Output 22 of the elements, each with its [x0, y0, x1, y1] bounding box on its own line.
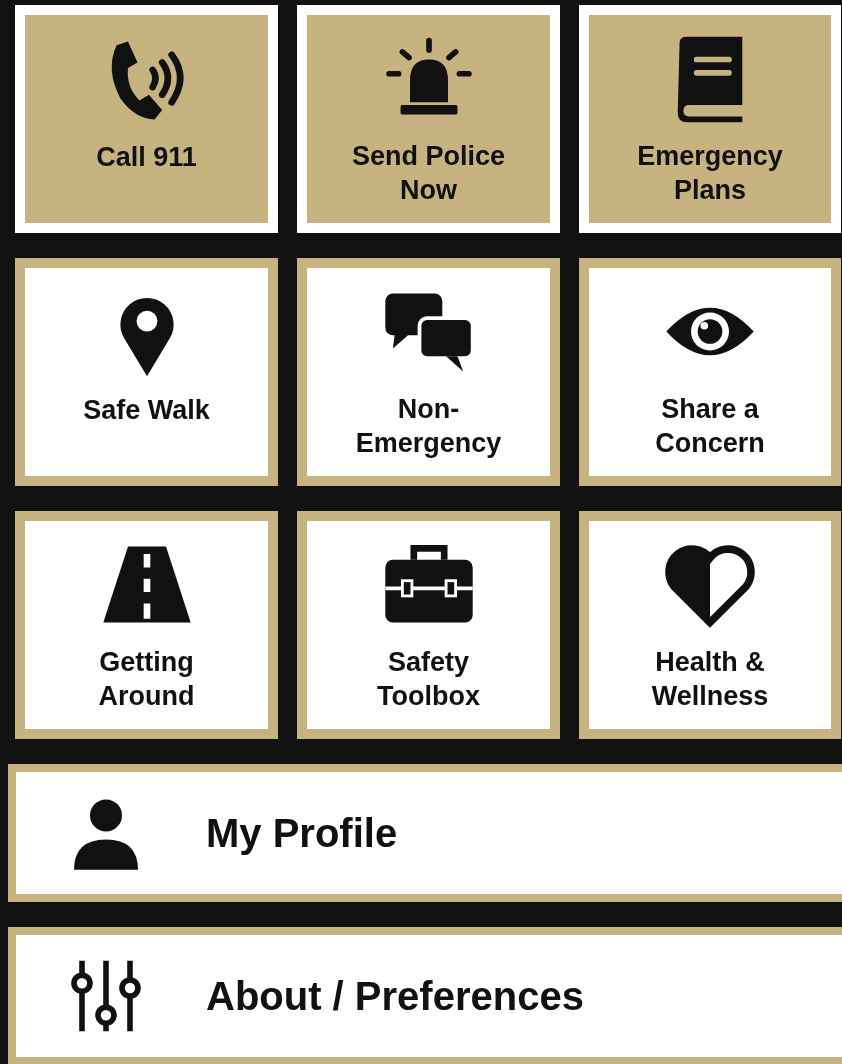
- tile-label: Health & Wellness: [650, 645, 770, 713]
- bar-label: My Profile: [206, 810, 398, 857]
- tile-label: Share a Concern: [654, 392, 766, 460]
- menu-tile[interactable]: Health & Wellness: [579, 511, 841, 739]
- menu-tile[interactable]: Non-Emergency: [297, 258, 560, 486]
- tile-label: Getting Around: [97, 645, 196, 713]
- menu-tile[interactable]: Safety Toolbox: [297, 511, 560, 739]
- tile-label: Non-Emergency: [354, 392, 503, 460]
- menu-tile[interactable]: Call 911: [15, 5, 278, 233]
- menu-bar-button[interactable]: About / Preferences: [8, 927, 842, 1064]
- tile-label: Send Police Now: [350, 139, 507, 207]
- tile-label: Call 911: [96, 140, 197, 174]
- menu-tile[interactable]: Share a Concern: [579, 258, 841, 486]
- menu-tile[interactable]: Safe Walk: [15, 258, 278, 486]
- tile-label: Safety Toolbox: [376, 645, 481, 713]
- tile-label: Safe Walk: [83, 393, 210, 427]
- menu-tile[interactable]: Emergency Plans: [579, 5, 841, 233]
- menu-tile[interactable]: Send Police Now: [297, 5, 560, 233]
- menu-tile[interactable]: Getting Around: [15, 511, 278, 739]
- tile-label: Emergency Plans: [636, 139, 784, 207]
- menu-bar-button[interactable]: My Profile: [8, 764, 842, 902]
- bar-label: About / Preferences: [206, 973, 584, 1020]
